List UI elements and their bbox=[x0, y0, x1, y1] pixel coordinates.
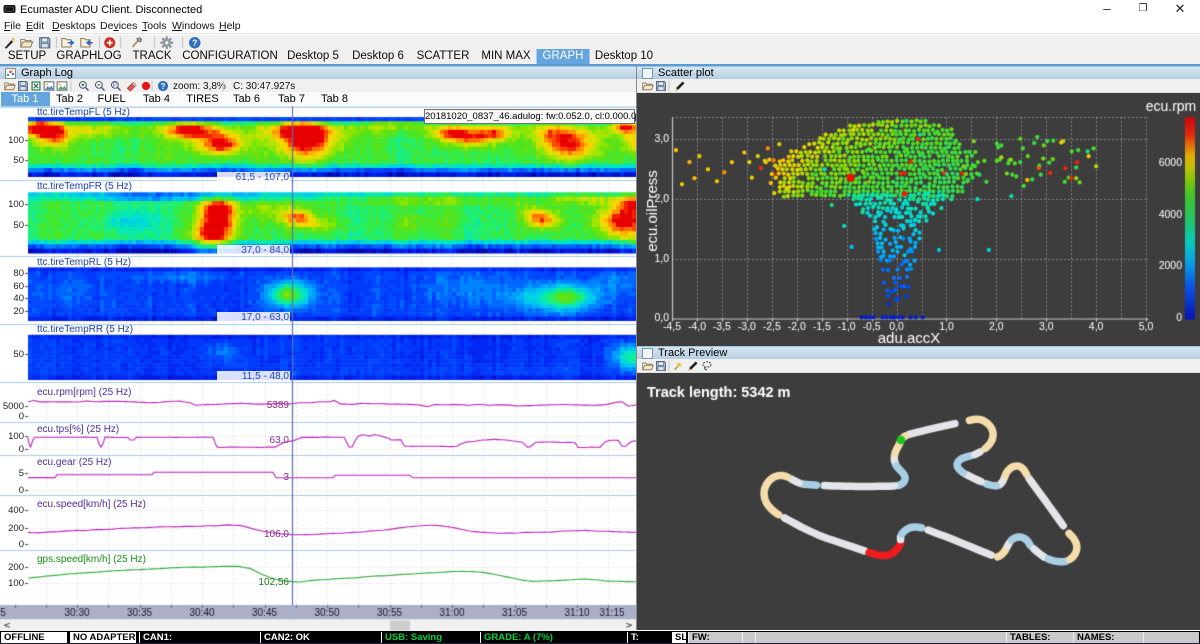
status-offline: OFFLINE bbox=[1, 632, 67, 644]
open-folder-icon[interactable] bbox=[642, 80, 654, 92]
scatter-panel-icon bbox=[642, 68, 653, 79]
maximize-button[interactable]: ❐ bbox=[1128, 0, 1158, 19]
status-can2-ok: CAN2: OK bbox=[260, 632, 378, 644]
open-folder-icon[interactable] bbox=[642, 360, 654, 372]
status-segment bbox=[742, 632, 755, 644]
status-t: T: bbox=[627, 632, 670, 644]
status-segment bbox=[755, 632, 1006, 644]
status-tables: TABLES: bbox=[1006, 632, 1073, 644]
status-fw: FW: bbox=[688, 632, 742, 644]
minimize-button[interactable]: – bbox=[1092, 0, 1122, 19]
track-panel-title: Track Preview bbox=[658, 347, 727, 359]
right-panels: Scatter plot Track Preview bbox=[636, 66, 1200, 630]
scatter-plot[interactable] bbox=[637, 93, 1200, 346]
status-no-adapter: NO ADAPTER bbox=[70, 632, 136, 644]
pen-icon[interactable] bbox=[674, 80, 686, 92]
graphlog-plot-area[interactable] bbox=[0, 0, 636, 644]
status-names: NAMES: bbox=[1073, 632, 1143, 644]
scatter-panel-title: Scatter plot bbox=[658, 67, 714, 79]
track-preview[interactable] bbox=[637, 373, 1200, 630]
status-sl: SL bbox=[672, 632, 686, 644]
scatter-toolbar bbox=[637, 79, 1200, 93]
status-grade-a-7: GRADE: A (7%) bbox=[480, 632, 598, 644]
scatter-panel-header[interactable]: Scatter plot bbox=[637, 66, 1200, 79]
track-panel-header[interactable]: Track Preview bbox=[637, 346, 1200, 359]
close-button[interactable]: ✕ bbox=[1165, 0, 1195, 19]
pen-icon[interactable] bbox=[687, 360, 699, 372]
track-toolbar bbox=[637, 359, 1200, 373]
status-can1: CAN1: bbox=[139, 632, 257, 644]
wand-icon[interactable] bbox=[673, 360, 685, 372]
log-file-tooltip: 20181020_0837_46.adulog: fw:0.052.0, cl:… bbox=[424, 109, 635, 124]
status-usb-saving: USB: Saving bbox=[381, 632, 477, 644]
status-segment bbox=[1143, 632, 1199, 644]
app-window: Ecumaster ADU Client. Disconnected – ❐ ✕… bbox=[0, 0, 1200, 644]
track-panel-icon bbox=[642, 348, 653, 359]
lasso-icon[interactable] bbox=[701, 360, 713, 372]
